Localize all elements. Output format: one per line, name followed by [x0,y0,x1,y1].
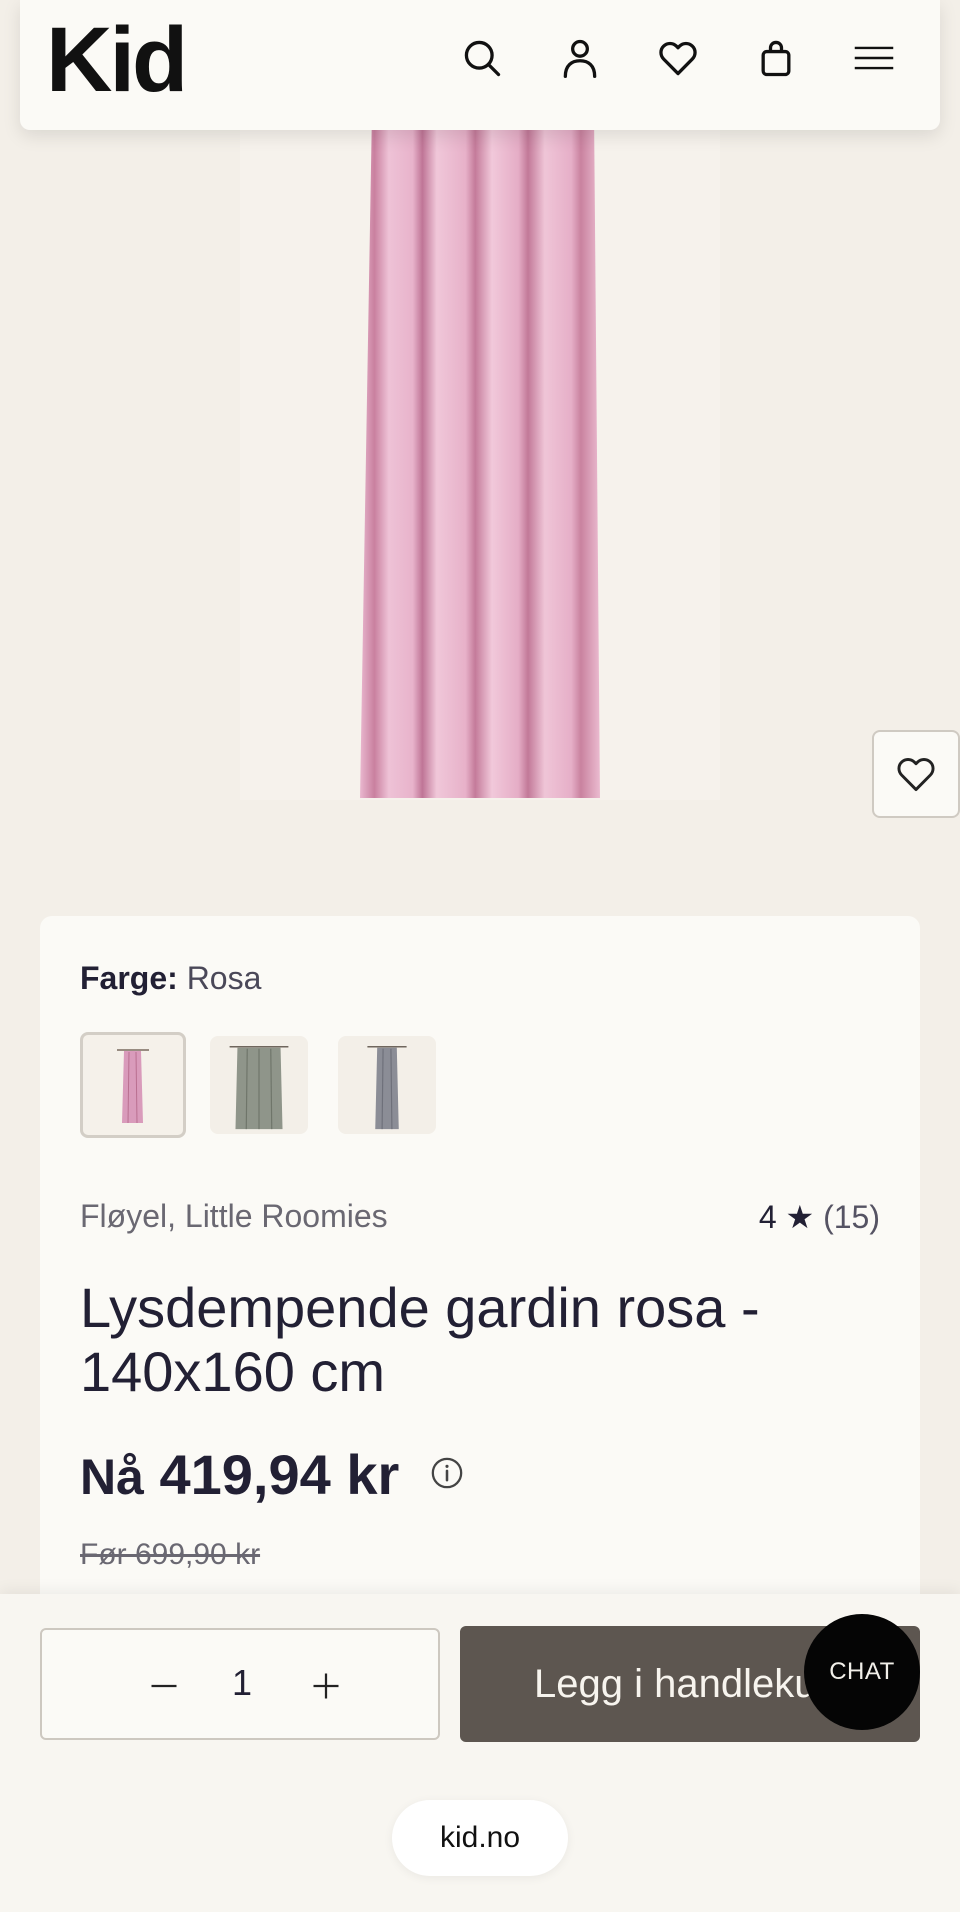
wishlist-icon [659,41,697,76]
product-brand[interactable]: Fløyel, Little Roomies [80,1198,388,1235]
increase-quantity-button[interactable] [298,1658,354,1714]
color-label: Farge: Rosa [80,960,261,997]
quantity-stepper: 1 [40,1628,440,1740]
account-icon [563,39,597,78]
current-price: Nå 419,94 kr [80,1442,399,1507]
rating-value: 4 [758,1199,777,1235]
swatch-image [229,1046,289,1130]
color-value: Rosa [186,960,262,996]
info-icon[interactable] [430,1456,464,1490]
product-rating[interactable]: 4 ★ (15) [759,1198,880,1236]
plus-icon [313,1673,339,1699]
quantity-value[interactable]: 1 [212,1662,272,1704]
product-title: Lysdempende gardin rosa - 140x160 cm [80,1276,760,1403]
price-value: 419,94 kr [159,1443,400,1506]
swatch-rosa[interactable] [80,1032,186,1138]
cart-button[interactable] [748,30,804,86]
color-label-key: Farge: [80,960,178,996]
rating-count: (15) [823,1199,880,1235]
swatch-image [117,1049,149,1124]
menu-icon [854,46,894,70]
star-icon: ★ [785,1199,815,1235]
decrease-quantity-button[interactable] [136,1658,192,1714]
kid-logo[interactable]: Kid [46,14,188,106]
product-image[interactable] [360,110,606,798]
swatch-image [367,1046,407,1130]
domain-label: kid.no [392,1800,568,1876]
add-to-wishlist-button[interactable] [872,730,960,818]
swatch-grey[interactable] [338,1036,436,1134]
wishlist-button[interactable] [650,30,706,86]
product-page: Kid Farge: Rosa Fløyel, Little Roomies 4… [0,0,960,1912]
search-icon [464,40,501,77]
minus-icon [151,1684,177,1688]
heart-icon [897,758,935,792]
search-button[interactable] [454,30,510,86]
site-header: Kid [20,0,940,130]
product-image-area [0,0,960,900]
bag-icon [761,40,791,77]
bottom-action-bar: 1 Legg i handlekurv CHAT kid.no [0,1594,960,1912]
account-button[interactable] [552,30,608,86]
old-price: Før 699,90 kr [80,1538,261,1571]
menu-button[interactable] [846,30,902,86]
price-prefix: Nå [80,1449,144,1505]
chat-button[interactable]: CHAT [804,1614,920,1730]
swatch-green[interactable] [210,1036,308,1134]
